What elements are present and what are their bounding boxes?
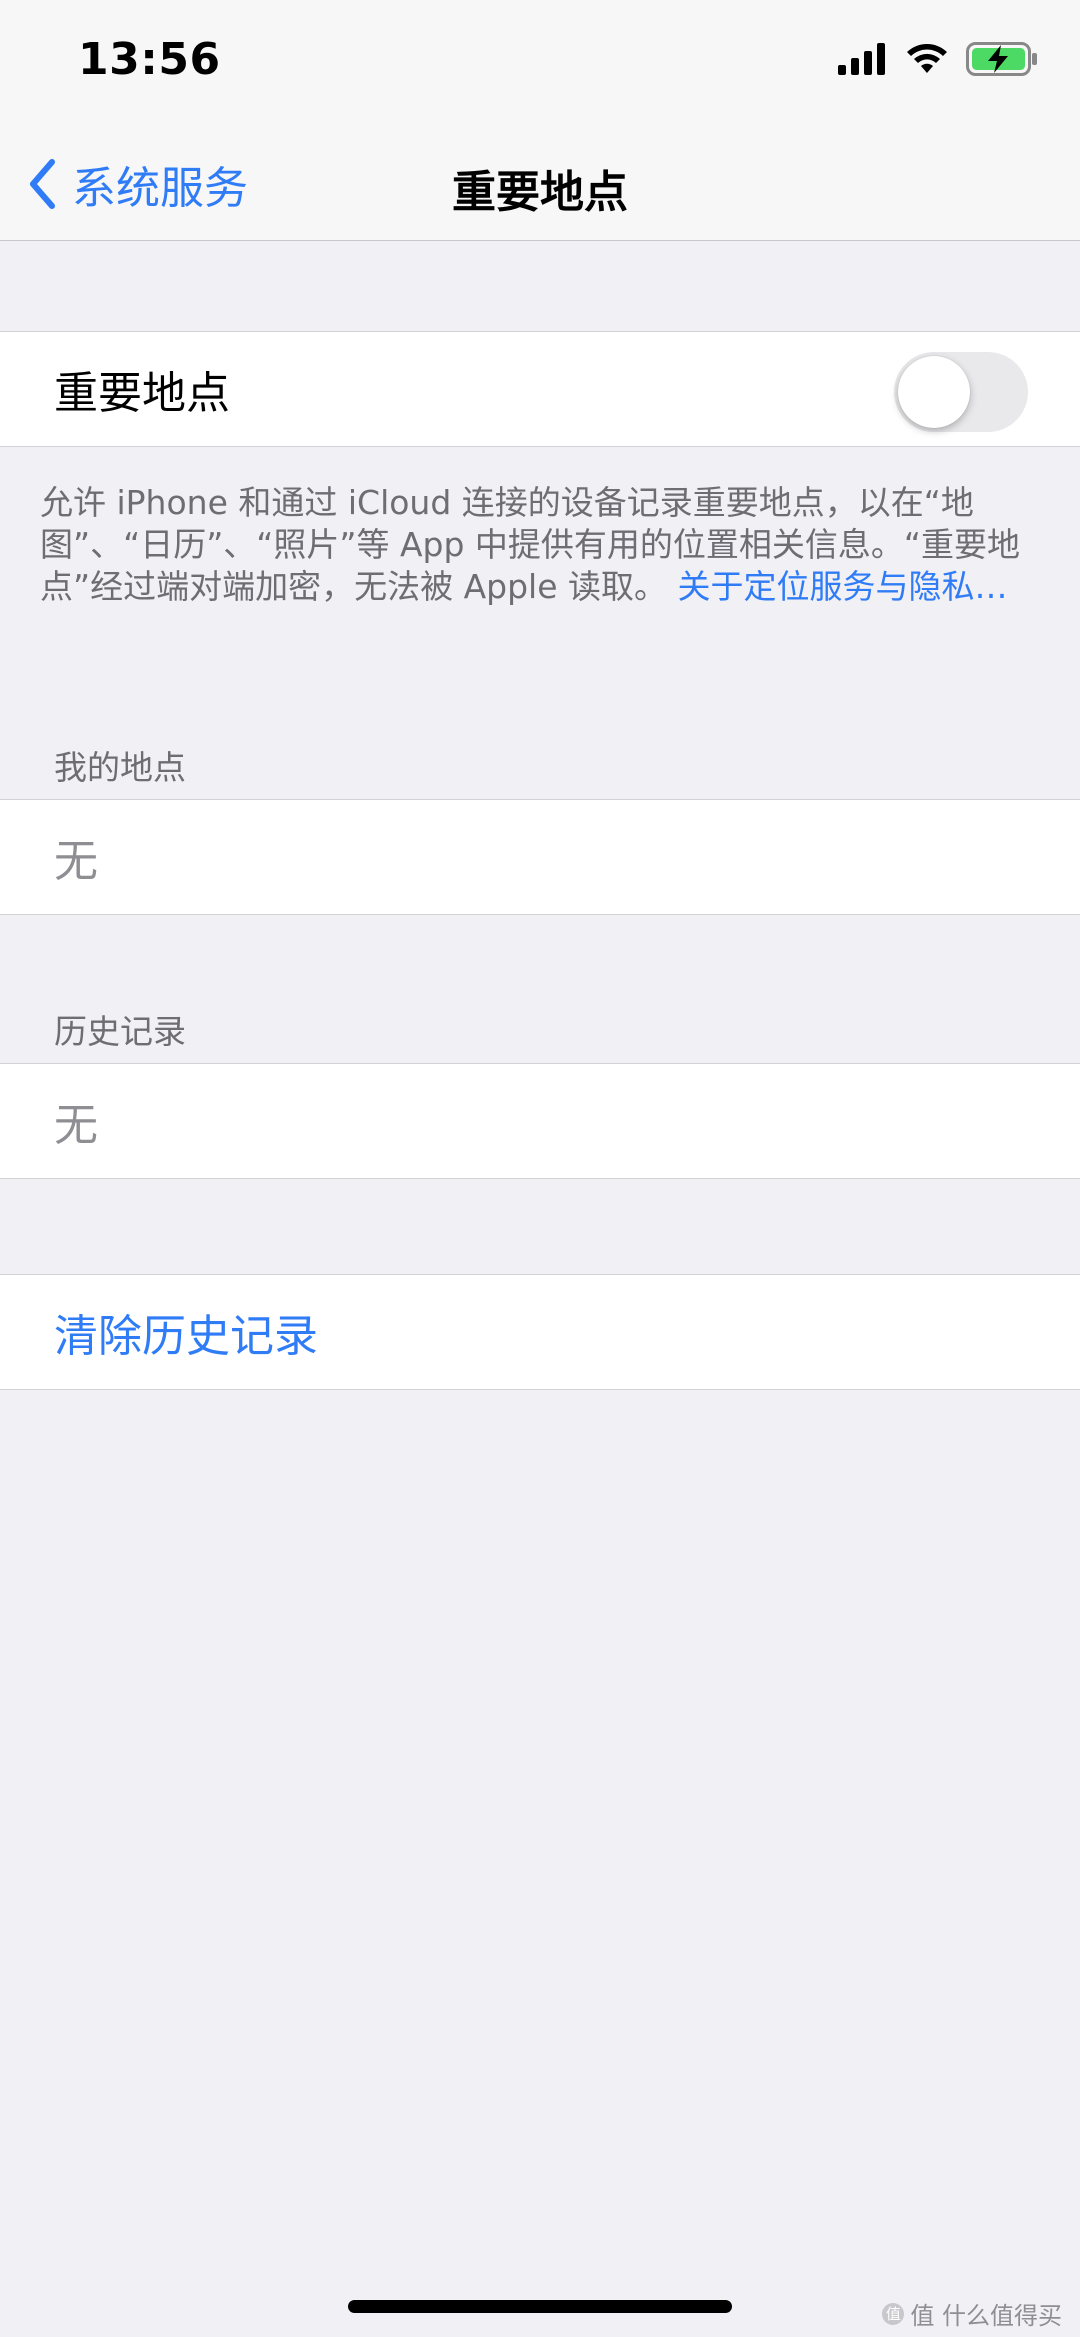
history-group: 无 xyxy=(0,1063,1080,1179)
history-header: 历史记录 xyxy=(54,1012,186,1051)
footnote: 允许 iPhone 和通过 iCloud 连接的设备记录重要地点，以在“地图”、… xyxy=(40,482,1040,608)
privacy-link[interactable]: 关于定位服务与隐私… xyxy=(678,567,1008,606)
toggle-group: 重要地点 xyxy=(0,331,1080,447)
cellular-signal-icon xyxy=(838,43,885,75)
status-icons xyxy=(838,42,1038,76)
watermark-text: 值 什么值得买 xyxy=(910,2302,1062,2330)
status-time: 13:56 xyxy=(78,34,221,85)
wifi-icon xyxy=(907,44,947,73)
battery-charging-icon xyxy=(966,42,1037,76)
navigation-bar: 系统服务 重要地点 xyxy=(0,120,1080,241)
clear-history-group[interactable]: 清除历史记录 xyxy=(0,1274,1080,1390)
my-places-group: 无 xyxy=(0,799,1080,915)
my-places-header: 我的地点 xyxy=(54,748,186,787)
home-indicator[interactable] xyxy=(348,2300,732,2313)
clear-history-button[interactable]: 清除历史记录 xyxy=(54,1275,318,1389)
significant-locations-toggle[interactable] xyxy=(894,352,1028,432)
toggle-knob xyxy=(898,356,970,428)
toggle-row-label: 重要地点 xyxy=(54,368,230,419)
history-value: 无 xyxy=(54,1100,98,1151)
status-bar: 13:56 xyxy=(0,0,1080,120)
my-places-value: 无 xyxy=(54,836,98,887)
watermark: 值 值 什么值得买 xyxy=(882,2296,1062,2331)
watermark-logo: 值 xyxy=(882,2302,905,2325)
page-title: 重要地点 xyxy=(452,167,628,218)
